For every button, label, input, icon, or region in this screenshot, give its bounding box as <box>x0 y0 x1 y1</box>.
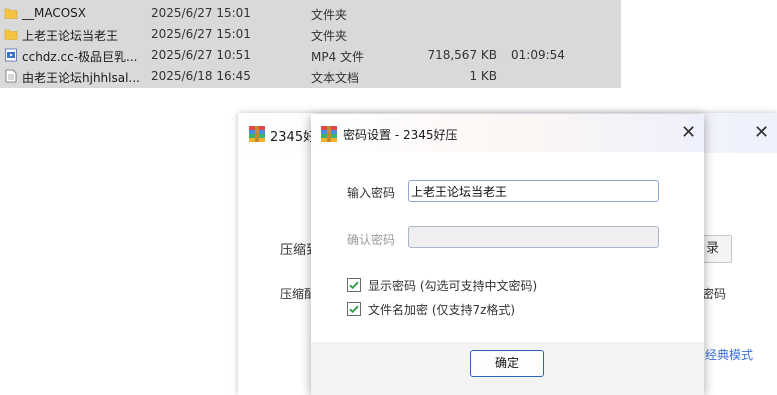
encrypt-filenames-label: 文件名加密 (仅支持7z格式) <box>368 302 516 317</box>
checkbox-checked-icon[interactable] <box>347 278 361 292</box>
close-icon[interactable]: ✕ <box>754 122 769 143</box>
confirm-password-label: 确认密码 <box>347 233 396 247</box>
text-file-icon <box>4 69 18 83</box>
dialog-title: 密码设置 - 2345好压 <box>343 128 458 142</box>
video-file-icon <box>4 48 18 62</box>
classic-mode-link[interactable]: 经典模式 <box>705 346 753 363</box>
dialog-titlebar[interactable]: 密码设置 - 2345好压 ✕ <box>311 114 704 152</box>
confirm-password-input[interactable] <box>408 226 659 248</box>
file-type: 文本文档 <box>311 71 360 85</box>
file-type: 文件夹 <box>311 29 348 43</box>
file-date: 2025/6/27 15:01 <box>151 6 251 20</box>
file-name: 上老王论坛当老王 <box>22 29 119 43</box>
file-date: 2025/6/27 10:51 <box>151 48 251 62</box>
file-date: 2025/6/18 16:45 <box>151 69 251 83</box>
folder-icon <box>4 27 18 41</box>
password-label: 密码 <box>702 287 727 301</box>
checkbox-checked-icon[interactable] <box>347 302 361 316</box>
main-window-title: 2345好 <box>270 130 317 145</box>
show-password-checkbox[interactable]: 显示密码 (勾选可支持中文密码) <box>347 277 537 293</box>
password-label: 输入密码 <box>347 186 396 200</box>
file-row[interactable]: 由老王论坛hjhhlsal... 2025/6/18 16:45 文本文档 1 … <box>0 66 621 87</box>
file-name: cchdz.cc-极品巨乳... <box>22 50 138 64</box>
encrypt-filenames-checkbox[interactable]: 文件名加密 (仅支持7z格式) <box>347 301 515 317</box>
file-row[interactable]: cchdz.cc-极品巨乳... 2025/6/27 10:51 MP4 文件 … <box>0 45 621 66</box>
password-dialog: 密码设置 - 2345好压 ✕ 输入密码 确认密码 显示密码 (勾选可支持中文密… <box>311 114 704 395</box>
file-row[interactable]: __MACOSX 2025/6/27 15:01 文件夹 <box>0 3 621 24</box>
explorer-file-list: __MACOSX 2025/6/27 15:01 文件夹 上老王论坛当老王 20… <box>0 0 621 88</box>
file-duration: 01:09:54 <box>511 48 565 62</box>
file-type: 文件夹 <box>311 8 348 22</box>
file-name: __MACOSX <box>22 6 87 20</box>
archive-app-icon <box>248 125 266 143</box>
file-size: 718,567 KB <box>427 48 497 62</box>
archive-app-icon <box>320 125 338 143</box>
file-name: 由老王论坛hjhhlsal... <box>22 71 140 85</box>
close-icon[interactable]: ✕ <box>681 122 696 143</box>
file-date: 2025/6/27 15:01 <box>151 27 251 41</box>
file-type: MP4 文件 <box>311 50 365 64</box>
show-password-label: 显示密码 (勾选可支持中文密码) <box>368 278 538 293</box>
file-row[interactable]: 上老王论坛当老王 2025/6/27 15:01 文件夹 <box>0 24 621 45</box>
ok-button[interactable]: 确定 <box>470 350 544 377</box>
file-size: 1 KB <box>469 69 497 83</box>
folder-icon <box>4 6 18 20</box>
password-input[interactable] <box>408 180 659 202</box>
